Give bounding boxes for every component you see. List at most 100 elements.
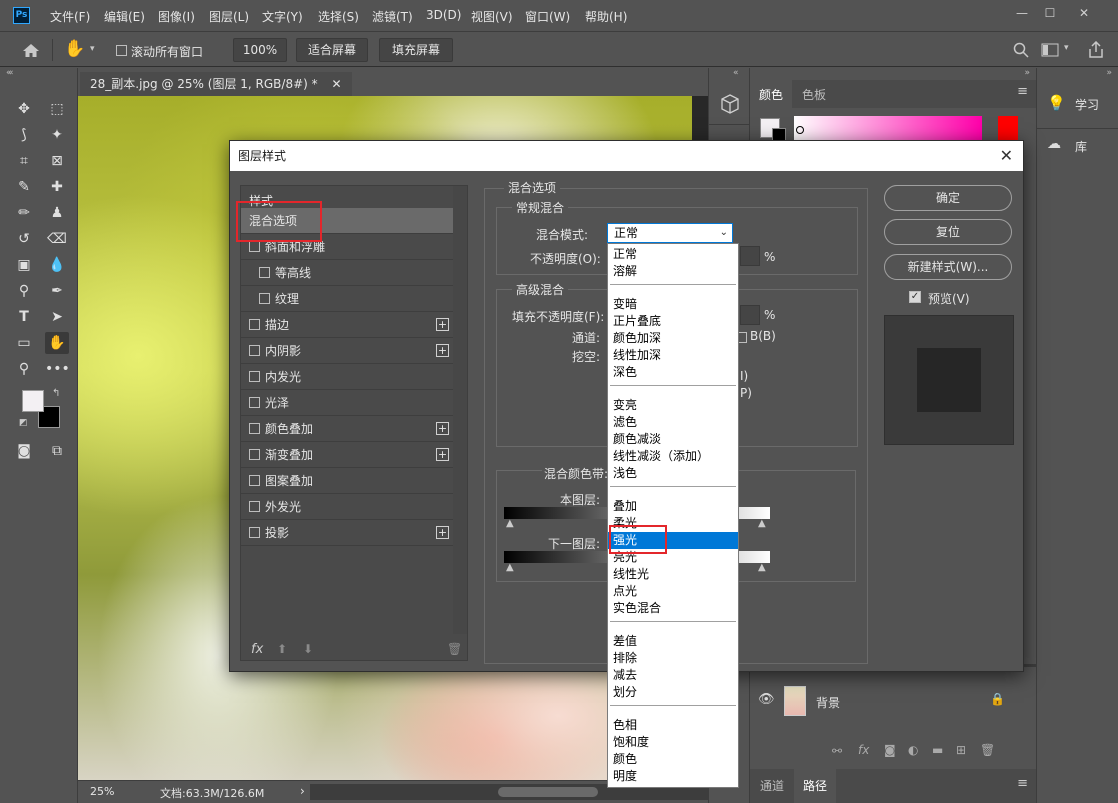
- tab-swatches[interactable]: 色板: [802, 86, 826, 103]
- 3d-cube-icon[interactable]: [721, 94, 739, 114]
- style-checkbox[interactable]: [259, 293, 270, 304]
- hand-tool-icon[interactable]: ✋: [45, 332, 69, 354]
- blend-mode-option[interactable]: 线性减淡（添加）: [608, 448, 738, 465]
- scroll-all-checkbox[interactable]: [116, 45, 127, 56]
- type-tool-icon[interactable]: T: [12, 306, 36, 328]
- close-button[interactable]: ✕: [1074, 5, 1094, 21]
- style-checkbox[interactable]: [249, 501, 260, 512]
- add-icon[interactable]: +: [436, 448, 449, 461]
- style-checkbox[interactable]: [249, 527, 260, 538]
- scrollbar-thumb[interactable]: [498, 787, 598, 797]
- menu-help[interactable]: 帮助(H): [585, 8, 627, 25]
- menu-image[interactable]: 图像(I): [158, 8, 195, 25]
- panel-menu-icon[interactable]: ≡: [1017, 776, 1028, 791]
- blend-mode-option[interactable]: 排除: [608, 650, 738, 667]
- trash-icon[interactable]: 🗑: [447, 642, 462, 656]
- default-colors-icon[interactable]: ◩: [19, 418, 28, 428]
- maximize-button[interactable]: ☐: [1040, 5, 1060, 21]
- trash-icon[interactable]: 🗑: [980, 743, 995, 757]
- frame-tool-icon[interactable]: ⊠: [45, 150, 69, 172]
- blend-mode-option[interactable]: 变暗: [608, 296, 738, 313]
- add-icon[interactable]: +: [436, 344, 449, 357]
- folder-icon[interactable]: ▬: [932, 743, 943, 757]
- reset-button[interactable]: 复位: [884, 219, 1012, 245]
- blend-mode-option[interactable]: 颜色减淡: [608, 431, 738, 448]
- style-checkbox[interactable]: [249, 319, 260, 330]
- panel-menu-icon[interactable]: ≡: [1017, 84, 1028, 99]
- style-checkbox[interactable]: [249, 241, 260, 252]
- style-item[interactable]: 渐变叠加 +: [241, 442, 453, 468]
- share-icon[interactable]: [1088, 41, 1104, 59]
- document-tab[interactable]: 28_副本.jpg @ 25% (图层 1, RGB/8#) * ✕: [80, 72, 352, 96]
- add-icon[interactable]: +: [436, 422, 449, 435]
- tab-channels[interactable]: 通道: [760, 777, 784, 794]
- style-item[interactable]: 光泽: [241, 390, 453, 416]
- zoom-tool-icon[interactable]: ⚲: [12, 358, 36, 380]
- eraser-icon[interactable]: ⌫: [45, 228, 69, 250]
- history-brush-icon[interactable]: ↺: [12, 228, 36, 250]
- style-item[interactable]: 外发光: [241, 494, 453, 520]
- current-color-swatch[interactable]: [998, 116, 1018, 142]
- style-item[interactable]: 投影 +: [241, 520, 453, 546]
- collapse-icon[interactable]: «: [8, 68, 14, 78]
- preview-checkbox[interactable]: ✓: [909, 291, 921, 303]
- menu-select[interactable]: 选择(S): [318, 8, 359, 25]
- layer-row-background[interactable]: 👁 背景 🔒: [750, 684, 1036, 718]
- close-icon[interactable]: ✕: [331, 77, 341, 91]
- blend-mode-option[interactable]: 正片叠底: [608, 313, 738, 330]
- style-checkbox[interactable]: [259, 267, 270, 278]
- blend-mode-option[interactable]: 颜色: [608, 751, 738, 768]
- blend-mode-option[interactable]: 实色混合: [608, 600, 738, 617]
- add-icon[interactable]: +: [436, 318, 449, 331]
- fit-screen-button[interactable]: 适合屏幕: [296, 38, 368, 62]
- search-icon[interactable]: [1013, 42, 1029, 58]
- style-item[interactable]: 图案叠加: [241, 468, 453, 494]
- blend-mode-option[interactable]: 深色: [608, 364, 738, 381]
- slider-handle-icon[interactable]: ▲: [506, 518, 514, 529]
- blend-mode-option[interactable]: 叠加: [608, 498, 738, 515]
- magic-wand-icon[interactable]: ✦: [45, 124, 69, 146]
- minimize-button[interactable]: —: [1012, 5, 1032, 21]
- mask-icon[interactable]: ◙: [884, 743, 896, 757]
- rectangle-tool-icon[interactable]: ▭: [12, 332, 36, 354]
- style-item[interactable]: 内阴影 +: [241, 338, 453, 364]
- style-item[interactable]: 内发光: [241, 364, 453, 390]
- menu-type[interactable]: 文字(Y): [262, 8, 303, 25]
- home-icon[interactable]: [22, 42, 40, 58]
- status-arrow[interactable]: ›: [300, 784, 305, 798]
- ok-button[interactable]: 确定: [884, 185, 1012, 211]
- collapse-icon[interactable]: »: [1024, 68, 1030, 78]
- style-checkbox[interactable]: [249, 449, 260, 460]
- zoom-level[interactable]: 25%: [90, 785, 114, 798]
- color-ramp[interactable]: [794, 116, 982, 142]
- blend-mode-option[interactable]: 滤色: [608, 414, 738, 431]
- tab-color[interactable]: 颜色: [750, 80, 792, 108]
- foreground-color-swatch[interactable]: [22, 390, 44, 412]
- slider-handle-icon[interactable]: ▲: [758, 562, 766, 573]
- pen-tool-icon[interactable]: ✒: [45, 280, 69, 302]
- layer-name[interactable]: 背景: [816, 694, 840, 711]
- move-tool-icon[interactable]: ✥: [12, 98, 36, 120]
- lasso-tool-icon[interactable]: ⟆: [12, 124, 36, 146]
- chevron-down-icon[interactable]: ▾: [90, 44, 95, 54]
- brush-tool-icon[interactable]: ✏: [12, 202, 36, 224]
- new-layer-icon[interactable]: ⊞: [956, 743, 966, 757]
- menu-filter[interactable]: 滤镜(T): [372, 8, 413, 25]
- tab-paths[interactable]: 路径: [794, 769, 836, 803]
- quick-mask-icon[interactable]: ◙: [12, 440, 36, 462]
- blend-mode-option[interactable]: 色相: [608, 717, 738, 734]
- fill-opacity-input[interactable]: [740, 305, 760, 325]
- collapse-icon[interactable]: »: [1106, 68, 1112, 78]
- libraries-button[interactable]: ☁ 库: [1037, 132, 1118, 160]
- add-icon[interactable]: +: [436, 526, 449, 539]
- learn-button[interactable]: 💡 学习: [1037, 90, 1118, 118]
- chevron-down-icon[interactable]: ▾: [1064, 43, 1069, 53]
- blend-mode-list[interactable]: 正常 溶解 变暗 正片叠底 颜色加深 线性加深 深色 变亮 滤色 颜色减淡 线性减淡（添加） 浅色 叠加…: [607, 243, 739, 788]
- style-item[interactable]: 纹理: [241, 286, 453, 312]
- lock-icon[interactable]: 🔒: [990, 692, 1005, 706]
- style-item[interactable]: 描边 +: [241, 312, 453, 338]
- marquee-tool-icon[interactable]: ⬚: [45, 98, 69, 120]
- styles-scrollbar[interactable]: [453, 186, 467, 634]
- menu-file[interactable]: 文件(F): [50, 8, 90, 25]
- style-checkbox[interactable]: [249, 345, 260, 356]
